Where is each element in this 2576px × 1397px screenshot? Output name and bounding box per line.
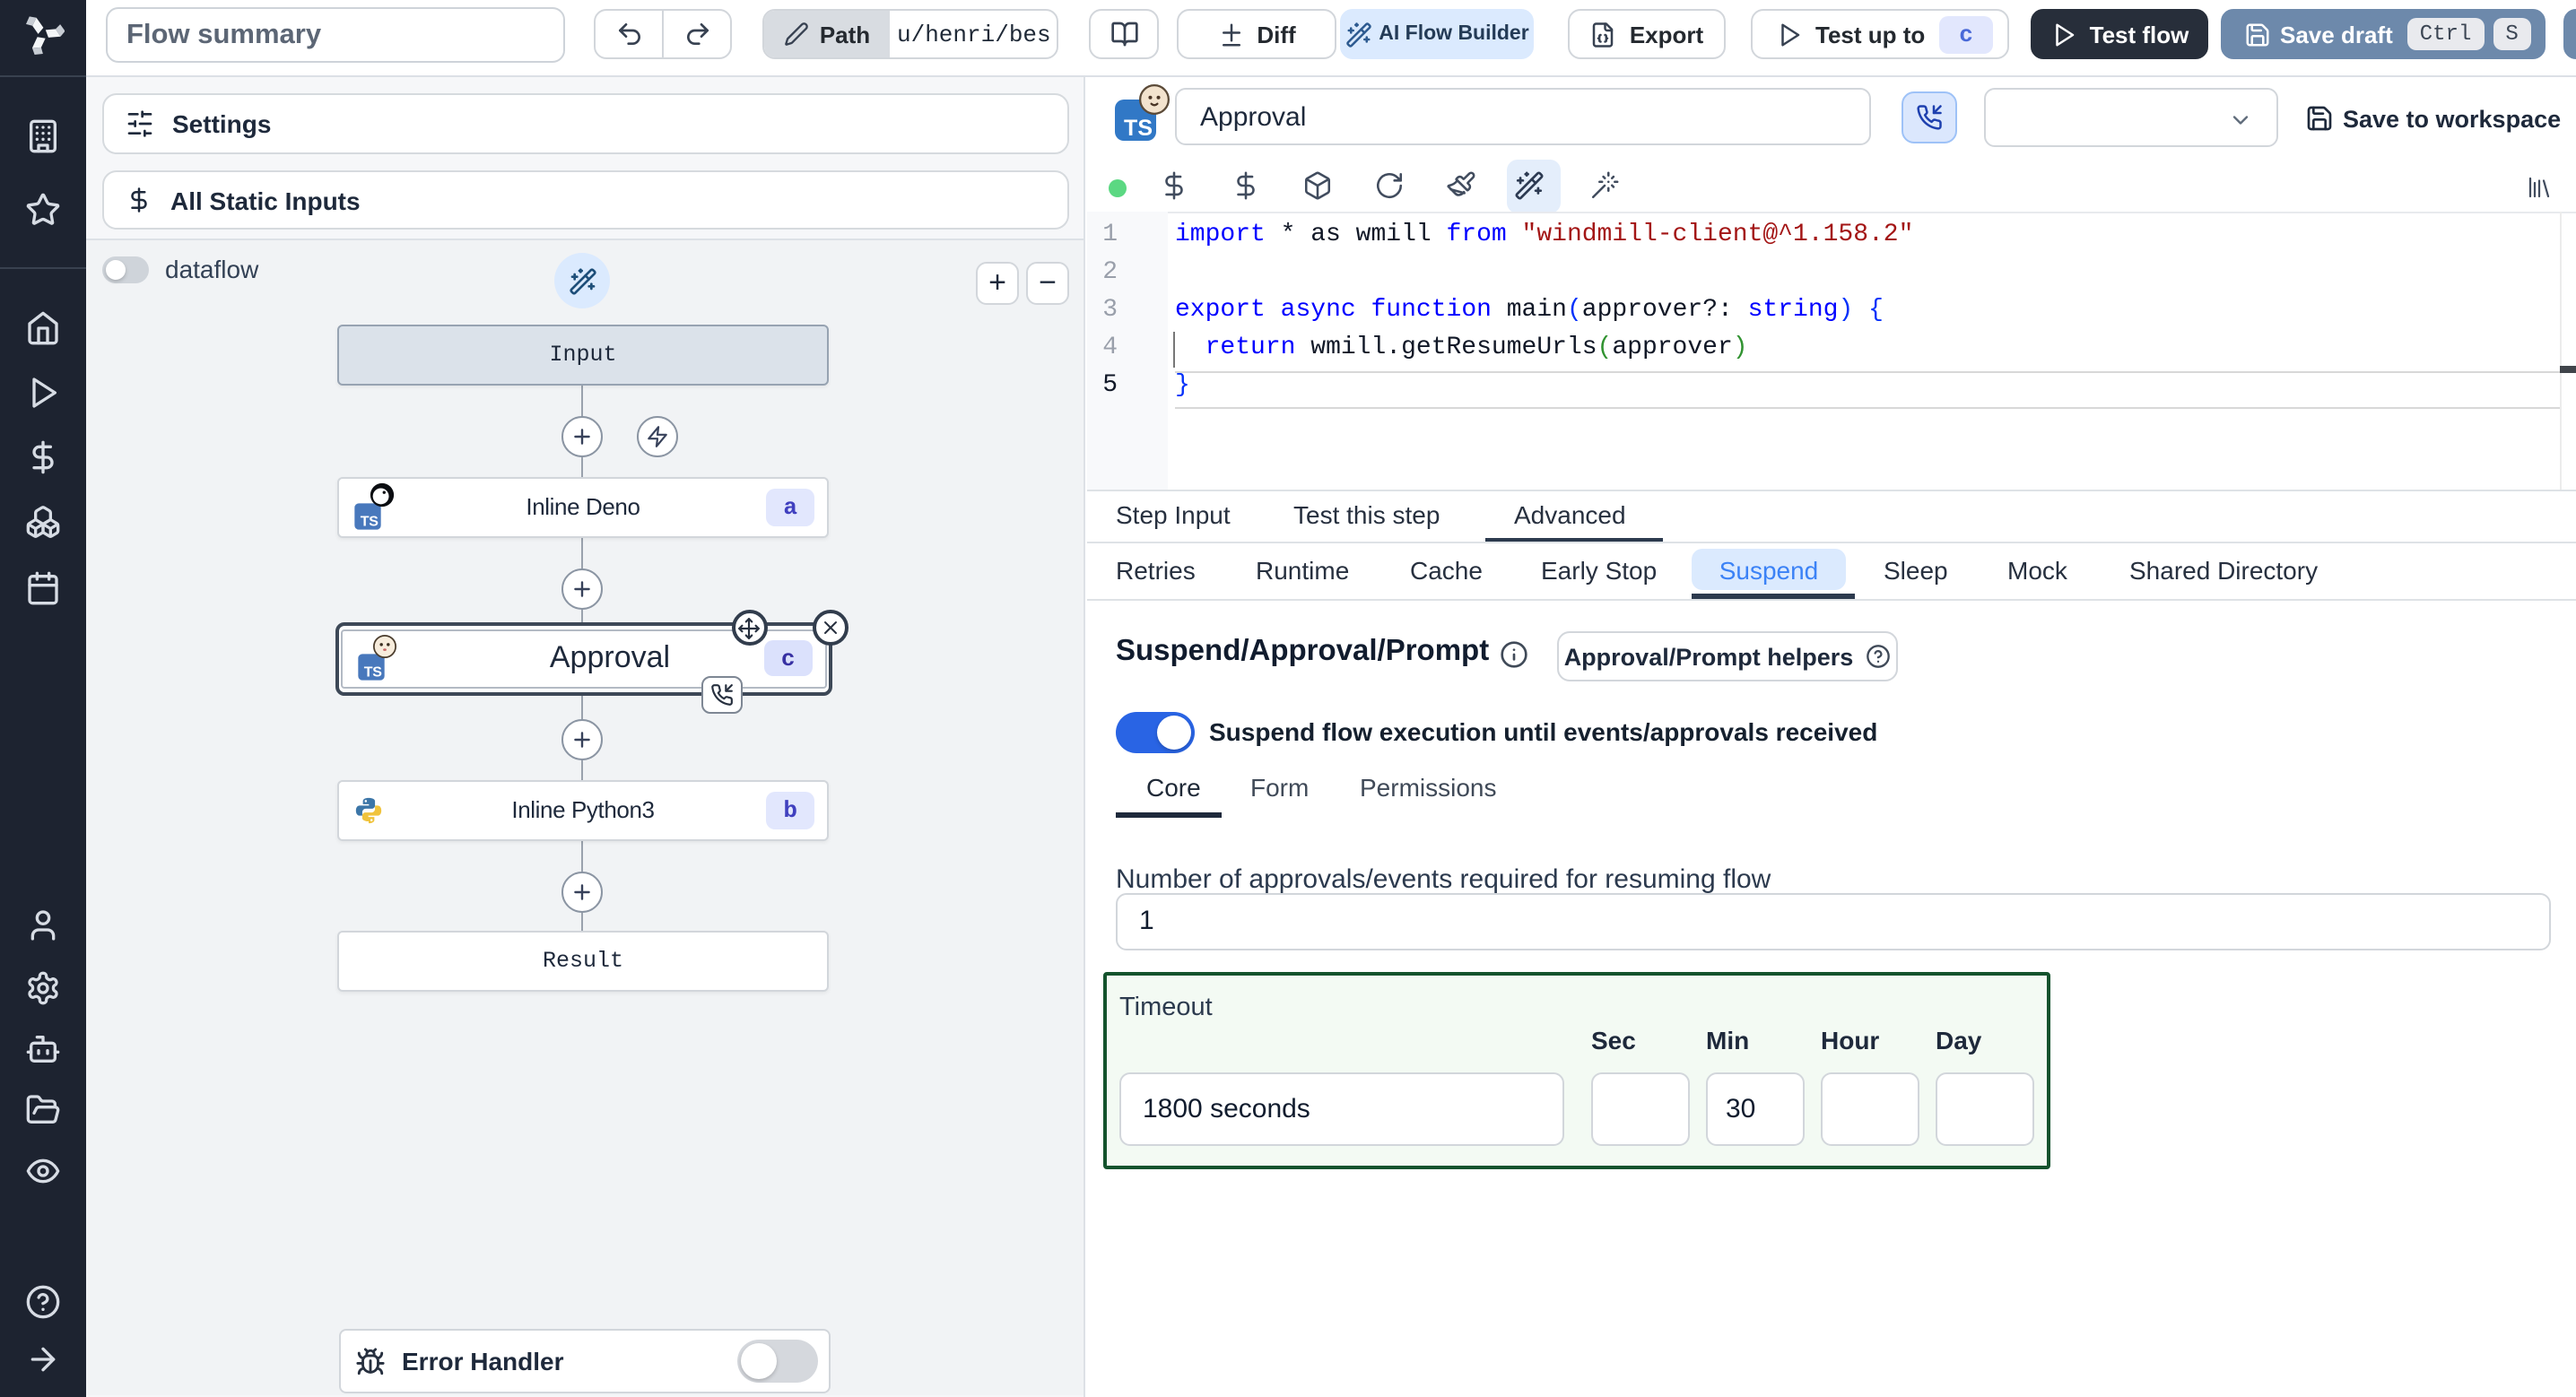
svg-text:TS: TS: [1124, 116, 1153, 141]
svg-text:TS: TS: [361, 514, 379, 529]
svg-text:TS: TS: [363, 665, 382, 681]
